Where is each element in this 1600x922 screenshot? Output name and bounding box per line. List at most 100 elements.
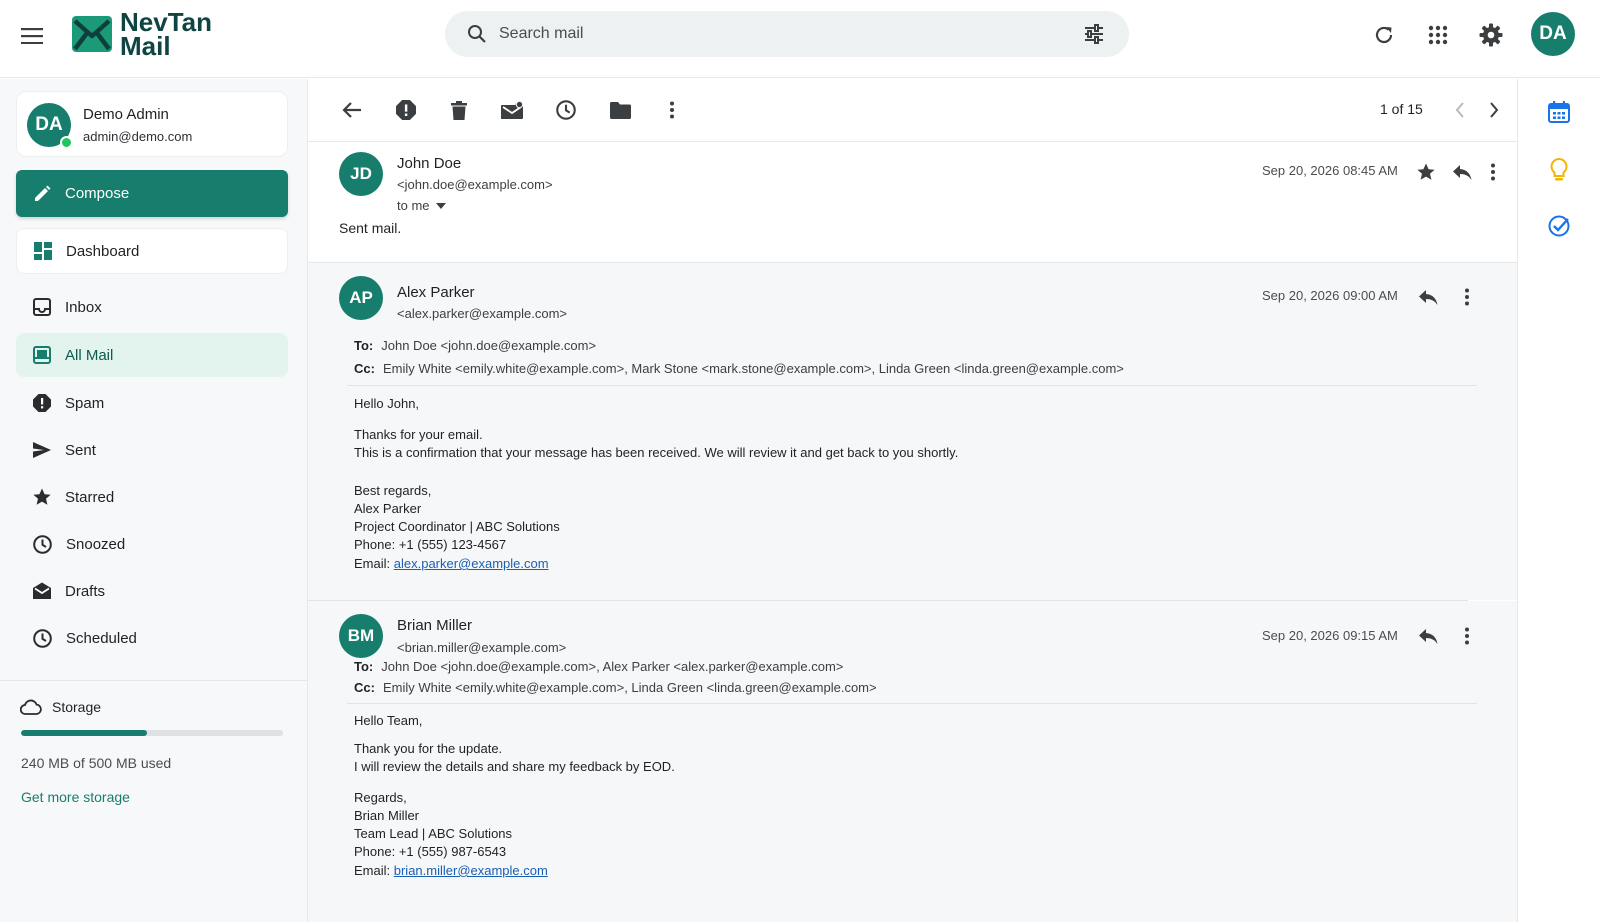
pagination-count: 1 of 15 — [1380, 101, 1423, 117]
message-alex-parker: AP Alex Parker <alex.parker@example.com>… — [308, 263, 1517, 600]
sidebar-item-spam[interactable]: Spam — [16, 381, 288, 425]
scheduled-icon — [16, 628, 66, 648]
back-arrow-icon[interactable] — [338, 96, 366, 124]
dashboard-icon — [17, 242, 66, 260]
body-line: Brian Miller — [354, 808, 420, 823]
envelope-logo-icon — [72, 16, 112, 52]
sidebar-item-drafts[interactable]: Drafts — [16, 569, 288, 613]
app-name-line2: Mail — [120, 31, 171, 61]
search-icon[interactable] — [467, 24, 487, 44]
cc-row: Cc: Emily White <emily.white@example.com>… — [354, 361, 1124, 376]
sidebar-item-inbox[interactable]: Inbox — [16, 285, 288, 329]
header-body-divider — [347, 703, 1477, 704]
body-line: Thanks for your email. — [354, 427, 483, 442]
signature-email-line: Email: brian.miller@example.com — [354, 863, 548, 878]
body-line: Phone: +1 (555) 987-6543 — [354, 844, 507, 859]
message-date: Sep 20, 2026 08:45 AM — [1262, 163, 1398, 178]
search-bar[interactable] — [445, 11, 1129, 57]
pencil-icon — [16, 185, 65, 203]
mark-unread-icon[interactable] — [498, 96, 526, 124]
message-brian-miller: BM Brian Miller <brian.miller@example.co… — [308, 601, 1517, 922]
tasks-check-icon[interactable] — [1545, 212, 1573, 240]
next-chevron-icon[interactable] — [1480, 96, 1508, 124]
body-line: Regards, — [354, 790, 407, 805]
signature-email-link[interactable]: brian.miller@example.com — [394, 863, 548, 878]
dashboard-button[interactable]: Dashboard — [16, 228, 288, 274]
sender-avatar: AP — [339, 276, 383, 320]
delete-trash-icon[interactable] — [445, 96, 473, 124]
body-line: I will review the details and share my f… — [354, 759, 675, 774]
sidebar-item-starred[interactable]: Starred — [16, 475, 288, 519]
to-label: To: — [354, 338, 374, 353]
recipient-toggle[interactable]: to me — [397, 198, 446, 213]
refresh-icon[interactable] — [1369, 20, 1399, 50]
sidebar-item-scheduled[interactable]: Scheduled — [16, 616, 288, 660]
body-line: Thank you for the update. — [354, 741, 503, 756]
sender-name: John Doe — [397, 155, 462, 172]
inbox-icon — [16, 298, 65, 316]
spam-icon — [16, 394, 65, 412]
body-line: Hello John, — [354, 396, 420, 411]
drafts-icon — [16, 582, 65, 600]
reply-icon[interactable] — [1415, 623, 1441, 649]
storage-progress-bar — [21, 730, 283, 736]
star-icon — [16, 488, 65, 506]
clock-icon — [16, 534, 66, 554]
message-more-icon[interactable] — [1480, 159, 1506, 185]
body-line: Team Lead | ABC Solutions — [354, 826, 513, 841]
profile-card[interactable]: DA Demo Admin admin@demo.com — [16, 91, 288, 157]
signature-email-link[interactable]: alex.parker@example.com — [394, 556, 549, 571]
sidebar: DA Demo Admin admin@demo.com Compose Das… — [0, 79, 308, 922]
chevron-down-icon — [435, 202, 446, 209]
to-me-label: to me — [397, 198, 430, 213]
get-more-storage-link[interactable]: Get more storage — [21, 789, 130, 805]
reply-icon[interactable] — [1449, 159, 1475, 185]
compose-button[interactable]: Compose — [16, 170, 288, 217]
header-body-divider — [347, 385, 1477, 386]
sidebar-item-label: Scheduled — [66, 629, 137, 647]
to-label: To: — [354, 659, 374, 674]
message-more-icon[interactable] — [1454, 623, 1480, 649]
apps-grid-icon[interactable] — [1423, 20, 1453, 50]
online-status-dot — [60, 136, 73, 149]
signature-email-line: Email: alex.parker@example.com — [354, 556, 549, 571]
sidebar-item-all-mail[interactable]: All Mail — [16, 333, 288, 377]
body-line: Project Coordinator | ABC Solutions — [354, 519, 560, 534]
app-logo[interactable]: NevTan Mail — [72, 9, 212, 61]
lightbulb-icon[interactable] — [1545, 156, 1573, 184]
message-date: Sep 20, 2026 09:00 AM — [1262, 288, 1398, 303]
storage-progress-fill — [21, 730, 147, 736]
message-toolbar: 1 of 15 — [308, 79, 1517, 142]
email-label: Email: — [354, 556, 391, 571]
to-recipients: John Doe <john.doe@example.com>, Alex Pa… — [381, 659, 844, 674]
sender-avatar: BM — [339, 614, 383, 658]
calendar-icon[interactable] — [1545, 98, 1573, 126]
cc-recipients: Emily White <emily.white@example.com>, M… — [382, 361, 1124, 376]
sender-name: Brian Miller — [397, 617, 473, 634]
sidebar-item-snoozed[interactable]: Snoozed — [16, 522, 288, 566]
sidebar-item-label: Sent — [65, 441, 96, 459]
sidebar-item-label: Snoozed — [66, 535, 126, 553]
settings-gear-icon[interactable] — [1476, 20, 1506, 50]
message-more-icon[interactable] — [1454, 284, 1480, 310]
hamburger-menu-icon[interactable] — [18, 22, 46, 50]
report-spam-icon[interactable] — [392, 96, 420, 124]
sidebar-item-label: Starred — [65, 488, 115, 506]
snooze-clock-icon[interactable] — [552, 96, 580, 124]
star-icon[interactable] — [1413, 159, 1439, 185]
search-input[interactable] — [499, 25, 1059, 43]
account-avatar[interactable]: DA — [1531, 12, 1575, 56]
previous-chevron-icon[interactable] — [1446, 96, 1474, 124]
more-options-icon[interactable] — [658, 96, 686, 124]
message-date: Sep 20, 2026 09:15 AM — [1262, 628, 1398, 643]
cloud-icon — [20, 699, 52, 715]
to-row: To: John Doe <john.doe@example.com>, Alex… — [354, 659, 843, 674]
sender-avatar: JD — [339, 152, 383, 196]
storage-used-text: 240 MB of 500 MB used — [21, 755, 172, 771]
search-options-icon[interactable] — [1083, 23, 1105, 45]
sender-name: Alex Parker — [397, 284, 475, 301]
email-label: Email: — [354, 863, 391, 878]
move-to-folder-icon[interactable] — [606, 96, 634, 124]
reply-icon[interactable] — [1415, 284, 1441, 310]
sidebar-item-sent[interactable]: Sent — [16, 428, 288, 472]
